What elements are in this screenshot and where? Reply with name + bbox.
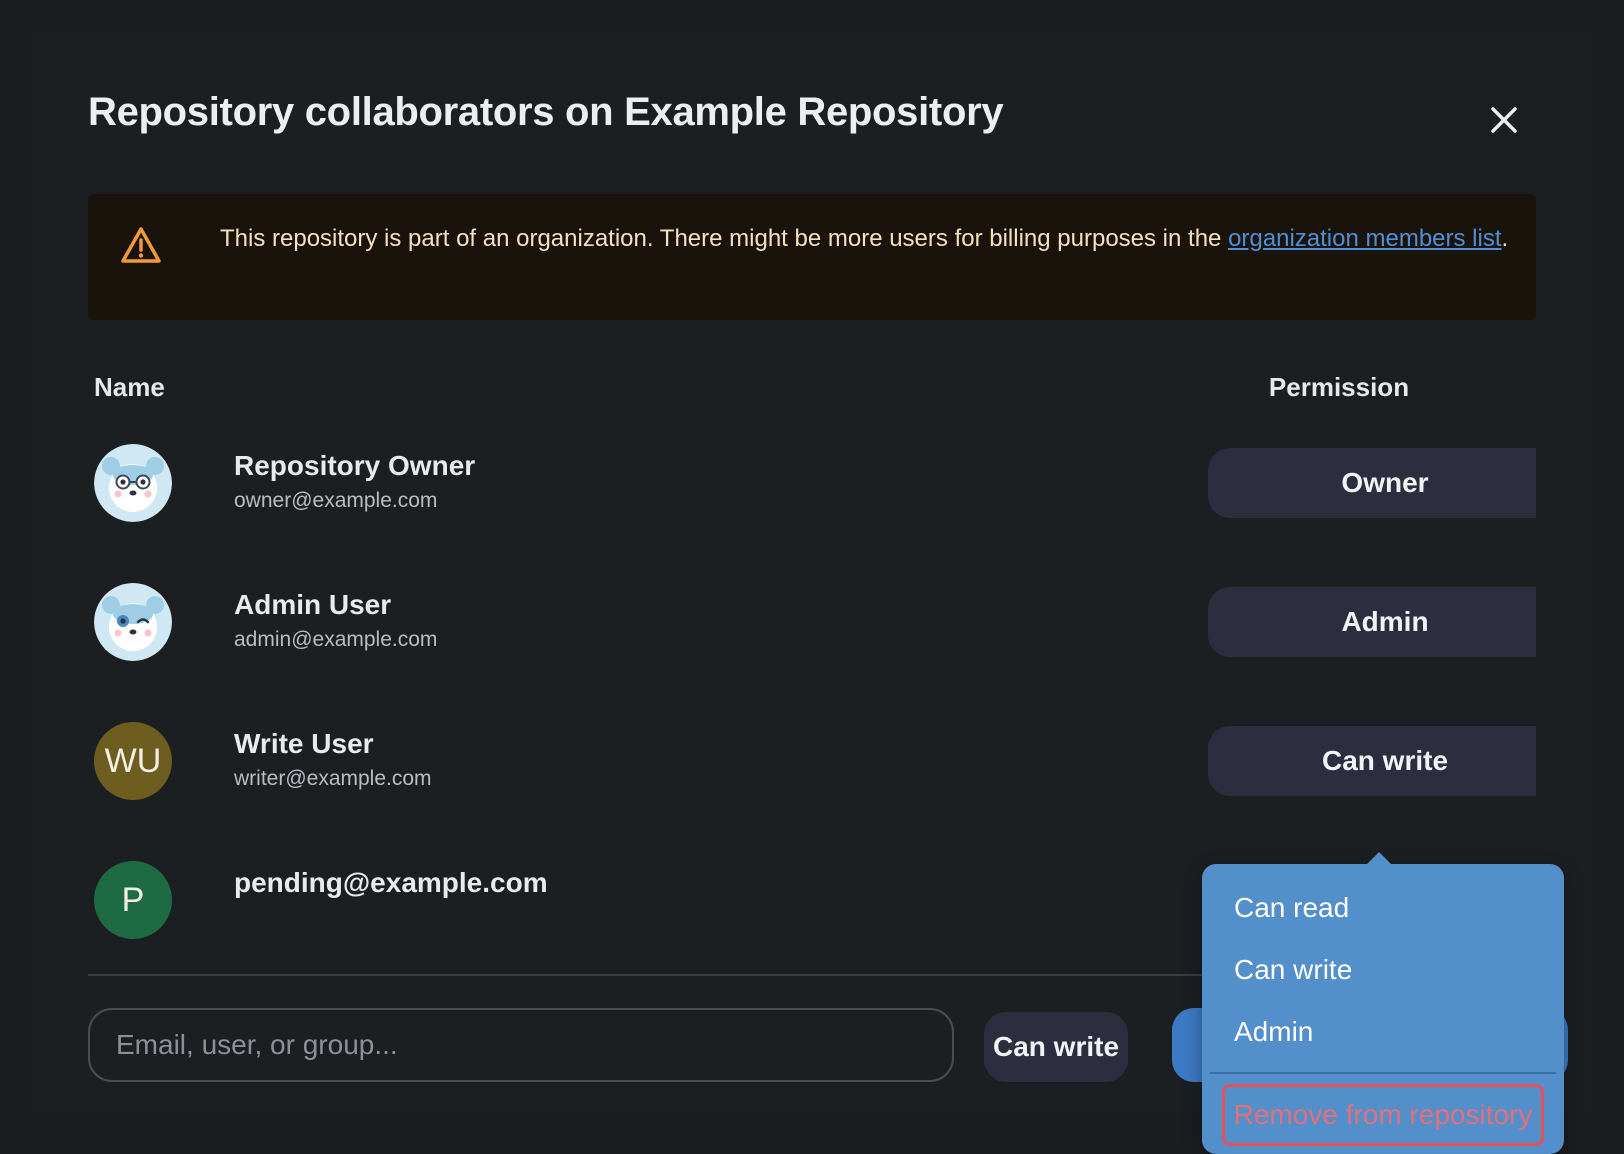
column-header-name: Name	[94, 372, 165, 402]
column-header-permission: Permission	[1268, 372, 1410, 402]
invite-permission-button[interactable]: Can write	[984, 1012, 1128, 1082]
menu-item-admin[interactable]: Admin	[1202, 1002, 1564, 1062]
alert-text: This repository is part of an organizati…	[220, 225, 1229, 252]
menu-separator	[1210, 1072, 1556, 1074]
collaborator-name: Repository Owner	[234, 450, 476, 481]
bear-glasses-avatar-icon	[94, 444, 172, 522]
dialog-title: Repository collaborators on Example Repo…	[88, 90, 1004, 134]
collaborator-email: owner@example.com	[234, 489, 438, 512]
collaborators-dialog: Repository collaborators on Example Repo…	[32, 32, 1592, 1154]
avatar: WU	[94, 722, 172, 800]
avatar: P	[94, 861, 172, 939]
permission-dropdown-menu: Can read Can write Admin Remove from rep…	[1202, 852, 1564, 1154]
collaborator-email: admin@example.com	[234, 628, 438, 651]
collaborator-row: Admin User admin@example.com Admin	[88, 571, 1536, 671]
permission-button-owner[interactable]: Owner	[1208, 448, 1536, 518]
remove-from-repository-button[interactable]: Remove from repository	[1222, 1084, 1544, 1146]
organization-members-link[interactable]: organization members list	[1228, 225, 1501, 252]
organization-alert: This repository is part of an organizati…	[88, 194, 1536, 320]
alert-message: This repository is part of an organizati…	[220, 222, 1510, 256]
permission-button-can-write[interactable]: Can write	[1208, 726, 1536, 796]
bear-wink-avatar-icon	[94, 583, 172, 661]
collaborator-name: pending@example.com	[234, 867, 548, 898]
menu-item-can-read[interactable]: Can read	[1202, 878, 1564, 938]
collaborator-row: Repository Owner owner@example.com Owner	[88, 432, 1536, 532]
close-icon	[1491, 107, 1517, 133]
collaborator-name: Admin User	[234, 589, 392, 620]
permission-button-admin[interactable]: Admin	[1208, 587, 1536, 657]
collaborator-email: writer@example.com	[234, 767, 432, 790]
avatar	[94, 444, 172, 522]
warning-icon	[120, 226, 162, 264]
collaborator-name: Write User	[234, 728, 374, 759]
dropdown-pointer	[1367, 852, 1391, 864]
invite-input[interactable]	[88, 1008, 954, 1082]
close-button[interactable]	[1484, 100, 1524, 140]
menu-item-can-write[interactable]: Can write	[1202, 940, 1564, 1000]
avatar	[94, 583, 172, 661]
collaborator-row: WU Write User writer@example.com Can wri…	[88, 710, 1536, 810]
alert-suffix: .	[1501, 225, 1509, 252]
